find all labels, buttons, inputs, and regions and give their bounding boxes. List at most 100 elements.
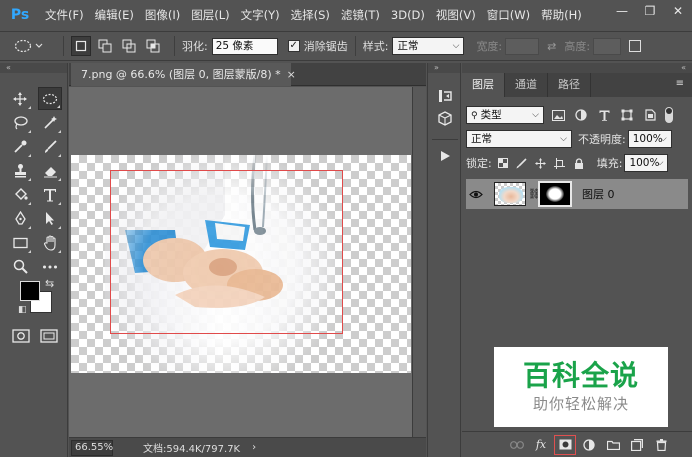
panel-menu-icon[interactable]: ≡ bbox=[676, 78, 684, 89]
layer-thumbnail[interactable] bbox=[494, 182, 526, 206]
visibility-toggle[interactable] bbox=[466, 190, 486, 199]
document-tab[interactable]: 7.png @ 66.6% (图层 0, 图层蒙版/8) * × bbox=[71, 63, 296, 86]
eye-icon bbox=[469, 190, 483, 198]
feather-input[interactable]: 25 像素 bbox=[211, 37, 278, 55]
screen-mode-button[interactable] bbox=[40, 329, 58, 343]
height-input[interactable] bbox=[593, 37, 622, 55]
foreground-color-swatch[interactable] bbox=[20, 281, 40, 301]
menu-help[interactable]: 帮助(H) bbox=[541, 7, 582, 23]
filter-pixel-button[interactable] bbox=[549, 106, 567, 124]
link-layers-button[interactable] bbox=[506, 435, 528, 455]
hand-tool[interactable] bbox=[38, 231, 62, 254]
new-adjustment-layer-button[interactable] bbox=[578, 435, 600, 455]
antialias-checkbox[interactable]: ✓ bbox=[287, 40, 300, 52]
tab-layers[interactable]: 图层 bbox=[462, 73, 505, 97]
filter-toggle-switch[interactable] bbox=[665, 107, 673, 123]
intersect-selection-button[interactable] bbox=[143, 36, 163, 56]
height-label: 高度: bbox=[564, 40, 591, 53]
tab-paths[interactable]: 路径 bbox=[548, 73, 591, 97]
lock-position-button[interactable] bbox=[533, 155, 549, 171]
selection-rectangle[interactable] bbox=[110, 170, 343, 334]
eraser-tool[interactable] bbox=[38, 159, 62, 182]
menu-view[interactable]: 视图(V) bbox=[436, 7, 476, 23]
style-select[interactable]: 正常 ⌵ bbox=[392, 37, 465, 55]
new-selection-button[interactable] bbox=[71, 36, 91, 56]
delete-layer-button[interactable] bbox=[650, 435, 672, 455]
paint-bucket-tool[interactable] bbox=[8, 183, 32, 206]
opacity-input[interactable]: 100% ⌵ bbox=[627, 130, 672, 148]
pen-tool[interactable] bbox=[8, 207, 32, 230]
tool-preset-picker[interactable] bbox=[14, 34, 56, 58]
rectangle-tool[interactable] bbox=[8, 231, 32, 254]
filter-type-button[interactable] bbox=[595, 106, 613, 124]
menu-layer[interactable]: 图层(L) bbox=[191, 7, 229, 23]
new-group-button[interactable] bbox=[602, 435, 624, 455]
status-menu-arrow-icon[interactable]: › bbox=[252, 442, 256, 453]
lock-artboard-button[interactable] bbox=[552, 155, 568, 171]
lock-pixels-button[interactable] bbox=[514, 155, 530, 171]
menu-window[interactable]: 窗口(W) bbox=[487, 7, 530, 23]
zoom-level-input[interactable]: 66.55% bbox=[71, 439, 113, 456]
filter-smart-object-button[interactable] bbox=[641, 106, 659, 124]
3d-panel-button[interactable] bbox=[433, 108, 457, 130]
select-and-mask-checkbox[interactable] bbox=[629, 40, 642, 52]
new-layer-button[interactable] bbox=[626, 435, 648, 455]
tab-channels[interactable]: 通道 bbox=[505, 73, 548, 97]
quick-mask-button[interactable] bbox=[12, 329, 30, 343]
actions-panel-button[interactable] bbox=[433, 145, 457, 167]
filter-kind-select[interactable]: ⚲ 类型 ⌵ bbox=[466, 106, 544, 124]
document-size-info[interactable]: 文档:594.4K/797.7K bbox=[143, 440, 240, 455]
restore-button[interactable]: ❐ bbox=[636, 0, 664, 22]
lock-all-button[interactable] bbox=[571, 155, 587, 171]
add-mask-button[interactable] bbox=[554, 434, 576, 455]
blend-mode-select[interactable]: 正常 ⌵ bbox=[466, 130, 572, 148]
filter-shape-button[interactable] bbox=[618, 106, 636, 124]
filter-adjustment-button[interactable] bbox=[572, 106, 590, 124]
swap-colors-icon[interactable]: ⇆ bbox=[45, 277, 54, 290]
eyedropper-tool[interactable] bbox=[8, 135, 32, 158]
fill-input[interactable]: 100% ⌵ bbox=[624, 154, 669, 172]
canvas-workspace[interactable] bbox=[69, 87, 412, 437]
menu-image[interactable]: 图像(I) bbox=[145, 7, 180, 23]
elliptical-marquee-tool[interactable] bbox=[38, 87, 62, 110]
antialias-label: 消除锯齿 bbox=[303, 40, 348, 53]
minimize-button[interactable]: — bbox=[608, 0, 636, 22]
add-selection-button[interactable] bbox=[95, 36, 115, 56]
close-button[interactable]: ✕ bbox=[664, 0, 692, 22]
vertical-scrollbar[interactable] bbox=[412, 87, 426, 437]
layer-style-button[interactable]: fx bbox=[530, 435, 552, 455]
menu-edit[interactable]: 编辑(E) bbox=[95, 7, 134, 23]
layer-row[interactable]: ⛓ 图层 0 bbox=[466, 179, 688, 209]
layer-mask-thumbnail[interactable] bbox=[538, 181, 572, 207]
default-colors-icon[interactable]: ◧ bbox=[18, 305, 27, 315]
opacity-value: 100% bbox=[632, 133, 663, 145]
dock-collapse-icon[interactable]: » bbox=[428, 63, 460, 73]
document-canvas[interactable] bbox=[71, 155, 411, 373]
path-selection-icon bbox=[46, 212, 54, 225]
menu-3d[interactable]: 3D(D) bbox=[391, 8, 425, 22]
subtract-selection-button[interactable] bbox=[119, 36, 139, 56]
swap-dimensions-icon[interactable]: ⇄ bbox=[547, 40, 556, 53]
path-selection-tool[interactable] bbox=[38, 207, 62, 230]
magic-wand-tool[interactable] bbox=[38, 111, 62, 134]
menu-file[interactable]: 文件(F) bbox=[45, 7, 84, 23]
width-input[interactable] bbox=[505, 37, 540, 55]
menu-filter[interactable]: 滤镜(T) bbox=[341, 7, 380, 23]
menu-type[interactable]: 文字(Y) bbox=[241, 7, 280, 23]
zoom-tool[interactable] bbox=[8, 255, 32, 278]
type-tool[interactable] bbox=[38, 183, 62, 206]
close-icon[interactable]: × bbox=[287, 68, 296, 81]
fill-value: 100% bbox=[629, 157, 660, 169]
clone-stamp-tool[interactable] bbox=[8, 159, 32, 182]
layer-name[interactable]: 图层 0 bbox=[582, 186, 615, 202]
mask-link-icon[interactable]: ⛓ bbox=[528, 189, 541, 200]
lasso-tool[interactable] bbox=[8, 111, 32, 134]
menu-select[interactable]: 选择(S) bbox=[291, 7, 330, 23]
brush-tool[interactable] bbox=[38, 135, 62, 158]
panel-collapse-icon[interactable]: « bbox=[462, 63, 692, 73]
panel-collapse-icon[interactable]: « bbox=[0, 63, 67, 73]
history-panel-button[interactable] bbox=[433, 85, 457, 107]
move-tool[interactable] bbox=[8, 87, 32, 110]
lock-transparent-button[interactable] bbox=[495, 155, 511, 171]
more-tools-button[interactable] bbox=[38, 255, 62, 278]
